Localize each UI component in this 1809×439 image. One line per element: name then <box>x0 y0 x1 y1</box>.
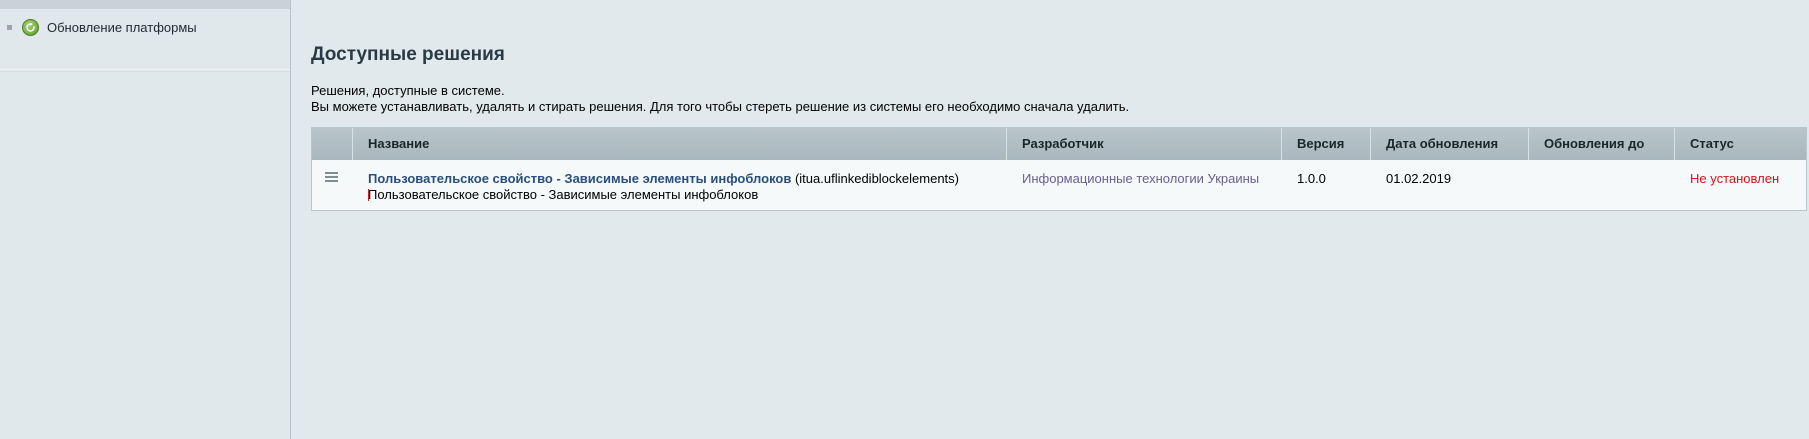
developer-cell: Информационные технологии Украины <box>1007 160 1282 210</box>
solution-name-link[interactable]: Пользовательское свойство - Зависимые эл… <box>368 171 791 186</box>
bullet-icon <box>7 24 12 30</box>
row-actions-cell <box>312 160 353 210</box>
sidebar-item-platform-update[interactable]: Обновление платформы <box>0 17 290 37</box>
page-title: Доступные решения <box>311 44 505 65</box>
header-updates-to[interactable]: Обновления до <box>1529 128 1675 160</box>
sidebar-top-bar <box>0 0 290 9</box>
update-icon <box>22 18 39 36</box>
status-cell: Не установлен <box>1675 160 1806 210</box>
header-status[interactable]: Статус <box>1675 128 1806 160</box>
header-update-date[interactable]: Дата обновления <box>1371 128 1529 160</box>
header-developer[interactable]: Разработчик <box>1007 128 1282 160</box>
updates-to-cell <box>1529 160 1675 210</box>
sidebar: Обновление платформы <box>0 0 291 439</box>
menu-icon[interactable] <box>325 172 338 182</box>
description-line-1: Решения, доступные в системе. <box>311 83 505 98</box>
page-description: Решения, доступные в системе. Вы можете … <box>311 83 1129 115</box>
solution-code: (itua.uflinkediblockelements) <box>794 171 959 186</box>
developer-link[interactable]: Информационные технологии Украины <box>1022 171 1259 186</box>
name-cell: Пользовательское свойство - Зависимые эл… <box>353 160 1007 210</box>
sidebar-item-label: Обновление платформы <box>47 19 197 35</box>
header-actions <box>312 128 353 160</box>
status-badge: Не установлен <box>1690 171 1780 186</box>
header-version[interactable]: Версия <box>1282 128 1371 160</box>
description-line-2: Вы можете устанавливать, удалять и стира… <box>311 99 1130 114</box>
table-header: Название Разработчик Версия Дата обновле… <box>312 128 1806 160</box>
solutions-table: Название Разработчик Версия Дата обновле… <box>311 127 1807 211</box>
header-name[interactable]: Название <box>353 128 1007 160</box>
version-cell: 1.0.0 <box>1297 171 1326 186</box>
update-date-cell: 01.02.2019 <box>1386 171 1452 186</box>
table-row: Пользовательское свойство - Зависимые эл… <box>312 160 1806 210</box>
solution-description: Пользовательское свойство - Зависимые эл… <box>368 187 1007 203</box>
sidebar-divider <box>0 69 290 72</box>
